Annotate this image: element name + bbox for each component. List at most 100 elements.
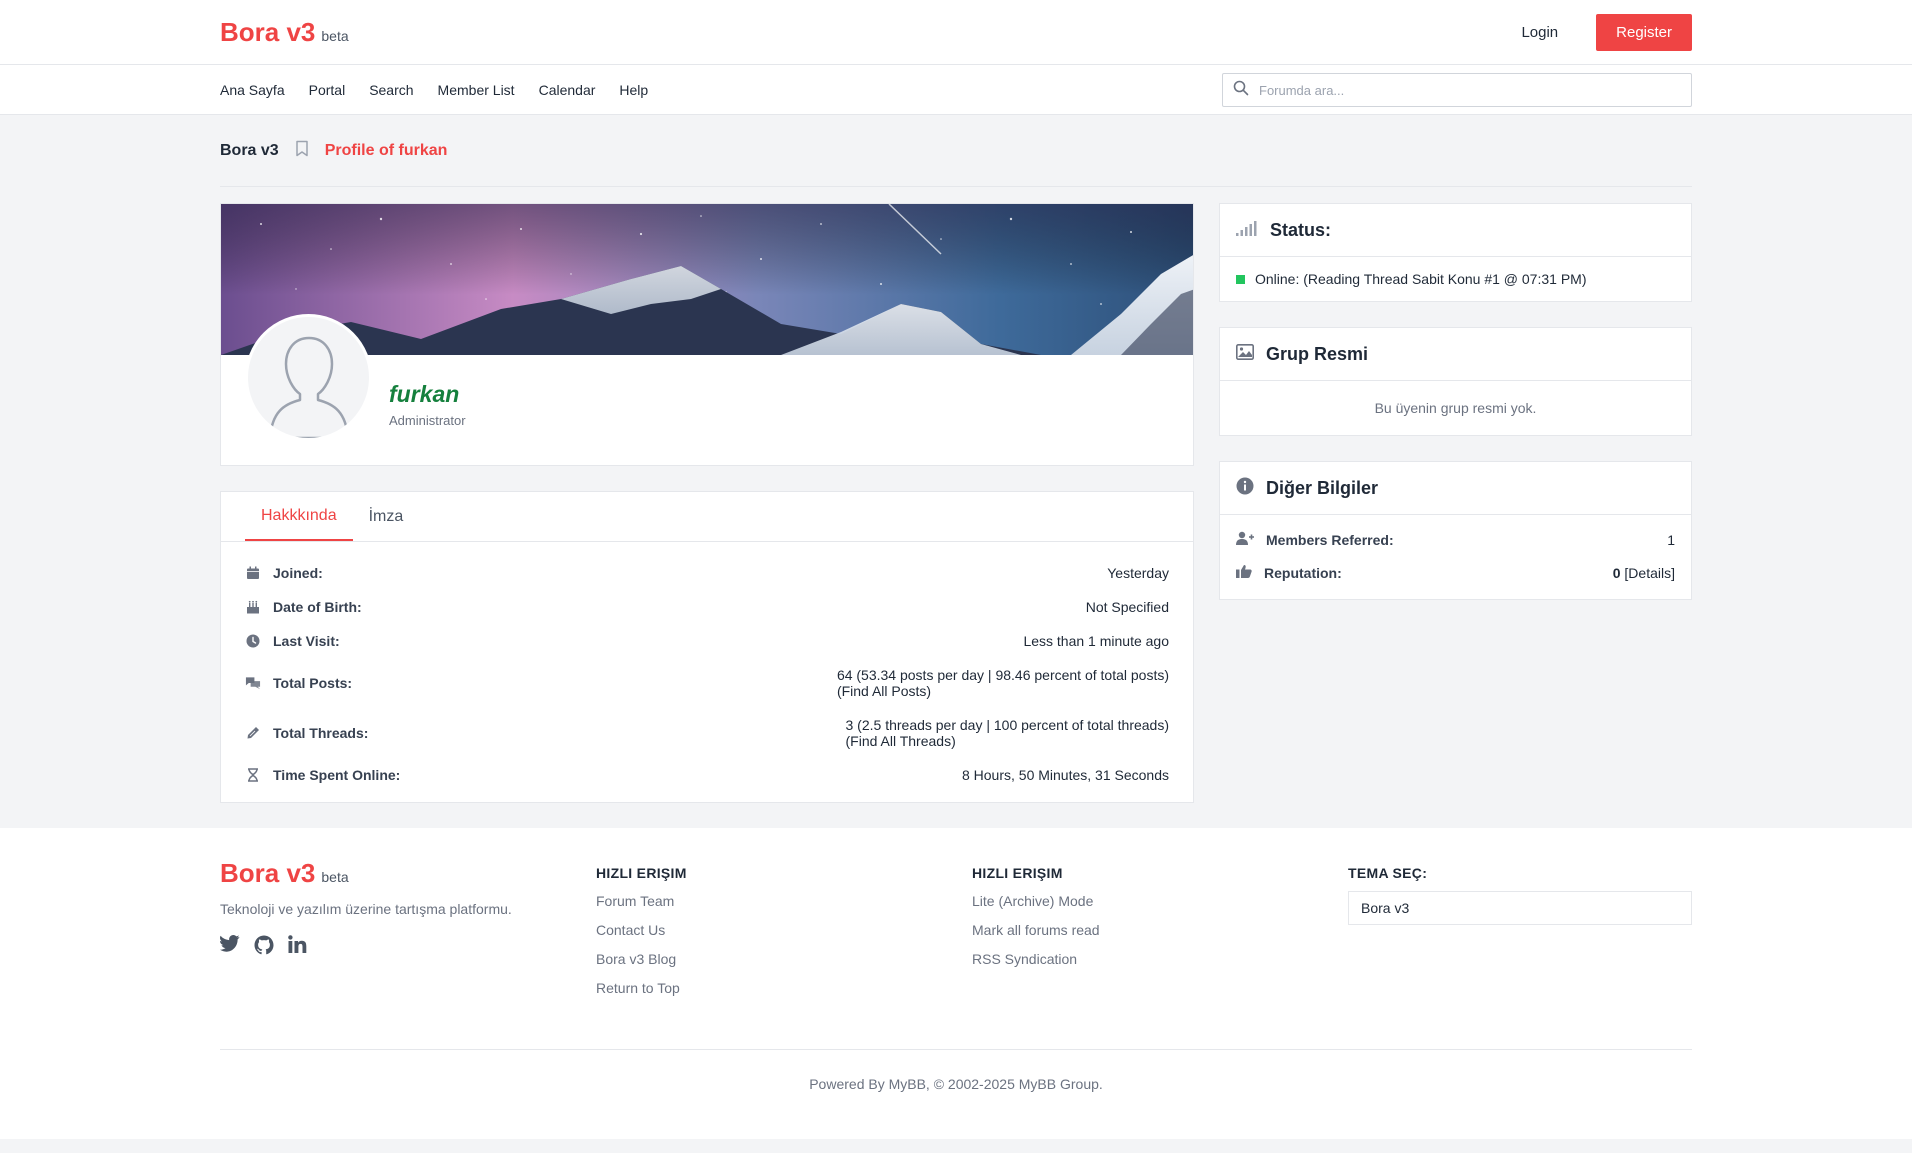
- footer-link-lite-mode[interactable]: Lite (Archive) Mode: [972, 893, 1348, 909]
- footer-logo-text: Bora v3: [220, 858, 316, 888]
- footer-theme: TEMA SEÇ: Bora v3: [1348, 858, 1692, 1049]
- time-online-value: 8 Hours, 50 Minutes, 31 Seconds: [961, 767, 1169, 783]
- pen-icon: [245, 726, 261, 740]
- tab-about[interactable]: Hakkkında: [245, 492, 353, 541]
- reputation-label: Reputation:: [1264, 564, 1342, 581]
- profile-role: Administrator: [389, 413, 466, 428]
- footer-logo-badge: beta: [321, 869, 349, 885]
- footer-heading-2: HIZLI ERIŞIM: [972, 865, 1063, 881]
- thumbs-up-icon: [1236, 564, 1252, 581]
- nav-link-search[interactable]: Search: [369, 82, 413, 98]
- login-button[interactable]: Login: [1505, 16, 1574, 49]
- total-posts-value: 64 (53.34 posts per day | 98.46 percent …: [836, 667, 1169, 683]
- search-input[interactable]: [1259, 82, 1681, 98]
- joined-label: Joined:: [273, 565, 323, 581]
- site-logo[interactable]: Bora v3 beta: [220, 17, 349, 48]
- bookmark-icon: [295, 140, 309, 161]
- search-box: [1222, 73, 1692, 107]
- footer-link-return-top[interactable]: Return to Top: [596, 980, 972, 996]
- footer-link-mark-read[interactable]: Mark all forums read: [972, 922, 1348, 938]
- theme-select[interactable]: Bora v3: [1348, 891, 1692, 925]
- register-button[interactable]: Register: [1596, 14, 1692, 51]
- github-icon[interactable]: [254, 935, 274, 959]
- members-referred-value: 1: [1667, 531, 1675, 548]
- calendar-icon: [245, 566, 261, 580]
- online-indicator: [1236, 274, 1245, 284]
- footer-description: Teknoloji ve yazılım üzerine tartışma pl…: [220, 901, 512, 917]
- main-nav: Ana Sayfa Portal Search Member List Cale…: [0, 65, 1912, 115]
- group-image-card: Grup Resmi Bu üyenin grup resmi yok.: [1219, 327, 1692, 436]
- search-icon: [1233, 80, 1249, 100]
- breadcrumb-home[interactable]: Bora v3: [220, 142, 279, 160]
- footer: Bora v3 beta Teknoloji ve yazılım üzerin…: [0, 828, 1912, 1139]
- footer-quick-access-1: HIZLI ERIŞIM Forum Team Contact Us Bora …: [596, 858, 972, 1049]
- find-all-posts-link[interactable]: (Find All Posts): [837, 683, 1169, 699]
- nav-link-calendar[interactable]: Calendar: [539, 82, 596, 98]
- nav-link-help[interactable]: Help: [619, 82, 648, 98]
- social-links: [220, 935, 596, 959]
- other-info-card-header: Diğer Bilgiler: [1220, 462, 1691, 515]
- status-title: Status:: [1270, 219, 1332, 240]
- footer-link-contact-us[interactable]: Contact Us: [596, 922, 972, 938]
- reputation-row: Reputation: 0 [Details]: [1236, 556, 1675, 589]
- group-image-empty-text: Bu üyenin grup resmi yok.: [1374, 400, 1537, 416]
- reputation-value-block: 0 [Details]: [1613, 565, 1675, 581]
- profile-tabs: Hakkkında İmza: [221, 492, 1193, 542]
- profile-tabs-card: Hakkkında İmza Joined: Yesterday Date of…: [220, 491, 1194, 803]
- profile-username: furkan: [389, 381, 460, 407]
- twitter-icon[interactable]: [220, 935, 240, 959]
- main-content: furkan Administrator Hakkkında İmza Join…: [220, 203, 1692, 803]
- members-referred-label: Members Referred:: [1266, 531, 1394, 548]
- default-avatar-icon: [268, 336, 349, 438]
- breadcrumb-current: Profile of furkan: [324, 141, 448, 159]
- info-circle-icon: [1236, 477, 1254, 499]
- sidebar: Status: Online: (Reading Thread Sabit Ko…: [1219, 203, 1692, 803]
- footer-logo[interactable]: Bora v3 beta: [220, 858, 596, 889]
- footer-link-rss[interactable]: RSS Syndication: [972, 951, 1348, 967]
- info-row-joined: Joined: Yesterday: [245, 556, 1169, 590]
- nav-link-portal[interactable]: Portal: [309, 82, 346, 98]
- logo-text: Bora v3: [220, 17, 316, 47]
- footer-heading-1: HIZLI ERIŞIM: [596, 865, 687, 881]
- time-online-label: Time Spent Online:: [273, 767, 401, 783]
- about-info-table: Joined: Yesterday Date of Birth: Not Spe…: [221, 542, 1193, 802]
- nav-link-member-list[interactable]: Member List: [438, 82, 515, 98]
- info-row-time-online: Time Spent Online: 8 Hours, 50 Minutes, …: [245, 758, 1169, 792]
- last-visit-label: Last Visit:: [273, 633, 340, 649]
- other-info-title: Diğer Bilgiler: [1266, 477, 1379, 498]
- other-info-card: Diğer Bilgiler Members Referred: 1 Reput…: [1219, 461, 1692, 600]
- info-row-total-threads: Total Threads: 3 (2.5 threads per day | …: [245, 708, 1169, 758]
- total-threads-label: Total Threads:: [273, 725, 369, 741]
- total-posts-label: Total Posts:: [273, 675, 353, 691]
- info-row-total-posts: Total Posts: 64 (53.34 posts per day | 9…: [245, 658, 1169, 708]
- find-all-threads-link[interactable]: (Find All Threads): [846, 733, 1170, 749]
- user-plus-icon: [1236, 531, 1254, 548]
- footer-link-forum-team[interactable]: Forum Team: [596, 893, 972, 909]
- signal-icon: [1236, 220, 1258, 240]
- total-threads-value-block: 3 (2.5 threads per day | 100 percent of …: [846, 717, 1170, 749]
- total-posts-value-block: 64 (53.34 posts per day | 98.46 percent …: [837, 667, 1169, 699]
- dob-label: Date of Birth:: [273, 599, 362, 615]
- dob-value: Not Specified: [1085, 599, 1169, 615]
- info-row-dob: Date of Birth: Not Specified: [245, 590, 1169, 624]
- clock-icon: [245, 634, 261, 648]
- breadcrumb: Bora v3 Profile of furkan: [220, 115, 1692, 187]
- top-header: Bora v3 beta Login Register: [0, 0, 1912, 65]
- joined-value: Yesterday: [1107, 565, 1169, 581]
- theme-heading: TEMA SEÇ:: [1348, 865, 1428, 881]
- profile-column: furkan Administrator Hakkkında İmza Join…: [220, 203, 1194, 803]
- total-threads-value: 3 (2.5 threads per day | 100 percent of …: [845, 717, 1170, 733]
- online-status-text: Online: (Reading Thread Sabit Konu #1 @ …: [1255, 271, 1587, 287]
- reputation-details-link[interactable]: [Details]: [1624, 565, 1675, 581]
- linkedin-icon[interactable]: [288, 935, 307, 959]
- profile-cover-image: [221, 204, 1193, 355]
- logo-badge: beta: [321, 28, 349, 44]
- info-row-last-visit: Last Visit: Less than 1 minute ago: [245, 624, 1169, 658]
- status-card-header: Status:: [1220, 204, 1691, 257]
- footer-link-blog[interactable]: Bora v3 Blog: [596, 951, 972, 967]
- hourglass-icon: [245, 768, 261, 782]
- profile-card: furkan Administrator: [220, 203, 1194, 466]
- tab-signature[interactable]: İmza: [353, 492, 420, 541]
- footer-quick-access-2: HIZLI ERIŞIM Lite (Archive) Mode Mark al…: [972, 858, 1348, 1049]
- nav-link-home[interactable]: Ana Sayfa: [220, 82, 285, 98]
